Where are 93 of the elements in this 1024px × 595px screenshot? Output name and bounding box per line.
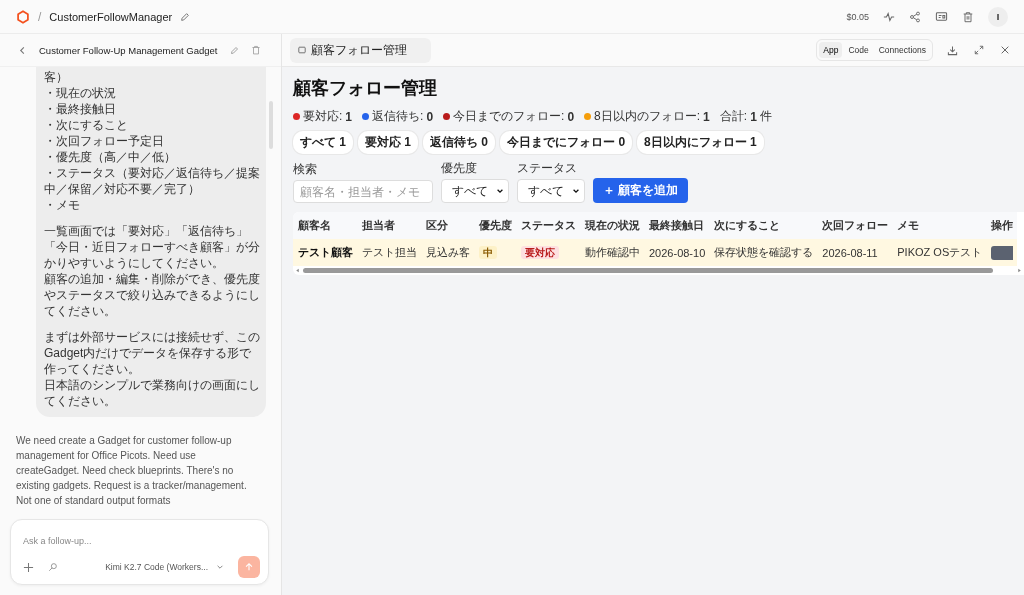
scrollbar-thumb[interactable] [303, 268, 993, 273]
chat-input-box[interactable]: Ask a follow-up... Kimi K2.7 Code (Workers... [10, 519, 269, 585]
hexagon-logo-icon [16, 9, 30, 24]
trash-icon[interactable] [251, 45, 261, 55]
table-cell: 保存状態を確認する [714, 246, 814, 258]
arrow-up-icon [244, 562, 254, 572]
stat-label: 要対応: [303, 108, 343, 125]
status-badge: 要対応 [521, 245, 559, 259]
activity-icon[interactable] [883, 10, 895, 23]
action-button[interactable] [991, 245, 1014, 260]
stat-value: 0 [426, 109, 434, 124]
message-line: ・優先度（高／中／低） [44, 149, 177, 165]
scroll-left-icon[interactable] [295, 268, 300, 273]
filter-chip[interactable]: すべて 1 [293, 131, 353, 154]
column-header: 最終接触日 [644, 212, 710, 239]
window-icon [298, 46, 306, 54]
table-cell: 2026-08-10 [649, 246, 706, 259]
message-line: ・最終接触日 [44, 101, 117, 117]
back-icon[interactable] [18, 45, 27, 55]
total-value: 1 [750, 109, 757, 124]
assistant-message: We need create a Gadget for customer follow-up management for Office Picots. Need use createGadget. Need check blueprints. There's no existing gadgets. Request is a tracker/management. Not one of standard output formats [16, 434, 248, 508]
message-line: ・現在の状況 [44, 85, 117, 101]
message-line: ・ステータス（要対応／返信待ち／提案中／保留／対応不要／完了） [44, 165, 260, 197]
message-line: ・次にすること [44, 117, 129, 133]
project-name[interactable]: CustomerFollowManager [49, 10, 173, 23]
pencil-icon[interactable] [180, 11, 191, 22]
filter-chip[interactable]: 返信待ち 0 [423, 131, 496, 154]
tab-title: 顧客フォロー管理 [311, 41, 407, 59]
filter-dropdown[interactable]: すべて [517, 179, 585, 203]
stat-label: 8日以内のフォロー: [594, 108, 701, 125]
breadcrumb-separator: / [38, 9, 42, 24]
stat-label: 返信待ち: [372, 108, 424, 125]
user-avatar[interactable]: I [988, 6, 1008, 27]
view-tab[interactable]: Code [844, 42, 873, 58]
column-header: 優先度 [474, 212, 516, 239]
trash-icon[interactable] [962, 10, 974, 23]
plus-icon[interactable] [23, 561, 34, 573]
stat-value: 1 [703, 109, 710, 124]
message-line: 日本語のシンプルで業務向けの画面にしてください。 [44, 377, 260, 409]
column-header: 区分 [421, 212, 474, 239]
table-cell: テスト顧客 [298, 246, 353, 258]
priority-badge: 中 [479, 245, 497, 259]
filter-chip[interactable]: 8日以内にフォロー 1 [637, 131, 764, 154]
pencil-icon[interactable] [230, 45, 239, 55]
filter-dropdown[interactable]: すべて [441, 179, 509, 203]
scroll-right-icon[interactable] [1017, 268, 1022, 273]
table-cell: テスト担当 [362, 246, 417, 258]
table-cell: 2026-08-11 [822, 246, 878, 259]
column-header: 顧客名 [293, 212, 357, 239]
total-label: 合計: [719, 108, 748, 125]
follow-up-input[interactable]: Ask a follow-up... [23, 526, 260, 556]
view-tab[interactable]: Connections [874, 42, 930, 58]
share-icon[interactable] [909, 10, 921, 23]
cost-label: $0.05 [846, 11, 869, 22]
filter-label: 優先度 [441, 160, 478, 177]
search-field[interactable]: 顧客名・担当者・メモ [293, 180, 433, 203]
close-icon[interactable] [1000, 45, 1010, 55]
pin-icon[interactable] [48, 562, 58, 572]
expand-icon[interactable] [974, 45, 984, 55]
message-line: まずは外部サービスには接続せず、このGadget内だけでデータを保存する形で作ってください。 [44, 329, 260, 377]
filter-chip[interactable]: 今日までにフォロー 0 [500, 131, 633, 154]
card-icon[interactable] [935, 10, 948, 23]
filter-label: ステータス [517, 160, 578, 177]
message-line: 客） [44, 69, 69, 85]
table-cell: 見込み客 [426, 246, 470, 258]
stat-value: 1 [345, 109, 353, 124]
column-header: メモ [892, 212, 987, 239]
column-header: 次にすること [709, 212, 818, 239]
chevron-down-icon[interactable] [572, 187, 580, 195]
model-selector[interactable]: Kimi K2.7 Code (Workers... [105, 562, 208, 572]
filter-label: 検索 [293, 161, 318, 178]
column-header: 担当者 [357, 212, 421, 239]
total-unit: 件 [759, 108, 772, 125]
message-line: 顧客の追加・編集・削除ができ、優先度やステータスで絞り込みできるようにしてください。 [44, 271, 260, 319]
app-title: 顧客フォロー管理 [293, 77, 438, 100]
view-tab[interactable]: App [819, 42, 843, 58]
chevron-down-icon[interactable] [496, 187, 504, 195]
add-customer-button[interactable]: ＋ 顧客を追加 [593, 178, 689, 203]
message-line: ・メモ [44, 197, 81, 213]
stat-label: 今日までのフォロー: [453, 108, 565, 125]
column-header: 操作 [986, 212, 1018, 239]
message-line: 一覧画面では「要対応」「返信待ち」「今日・近日フォローすべき顧客」が分かりやすいようにしてください。 [44, 223, 260, 271]
table-cell: PIKOZ OSテスト [897, 246, 983, 258]
stat-value: 0 [567, 109, 575, 124]
download-icon[interactable] [947, 44, 958, 56]
column-header: ステータス [516, 212, 580, 239]
column-header: 次回フォロー [817, 212, 893, 239]
message-line: ・次回フォロー予定日 [44, 133, 165, 149]
table-cell: 動作確認中 [585, 246, 640, 258]
filter-chip[interactable]: 要対応 1 [358, 131, 419, 154]
chat-title: Customer Follow-Up Management Gadget [39, 44, 218, 56]
column-header: 現在の状況 [580, 212, 644, 239]
preview-tab[interactable]: 顧客フォロー管理 [290, 37, 431, 63]
